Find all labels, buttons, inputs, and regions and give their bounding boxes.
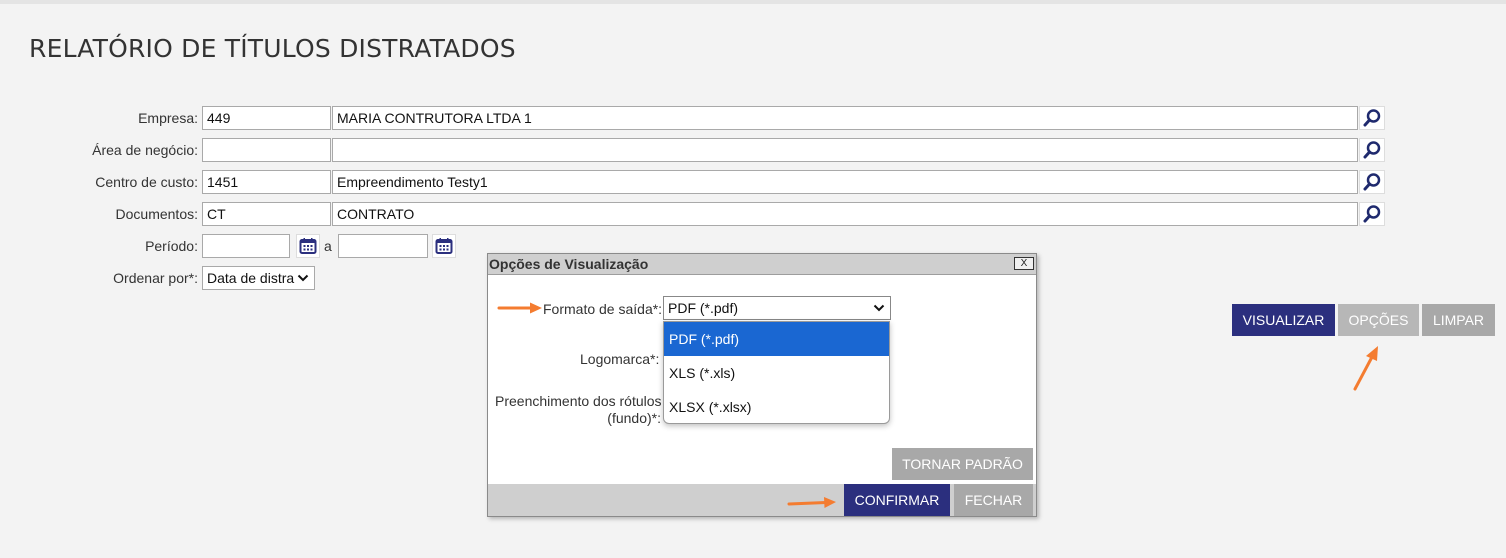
formato-option-xls[interactable]: XLS (*.xls): [664, 356, 889, 390]
centro-code-input[interactable]: 1451: [202, 170, 331, 194]
periodo-end-input[interactable]: [338, 234, 428, 258]
magnifier-icon: [1363, 141, 1381, 159]
calendar-icon: [299, 238, 317, 254]
limpar-button[interactable]: LIMPAR: [1422, 304, 1495, 336]
documentos-search-button[interactable]: [1359, 202, 1385, 226]
empresa-code-input[interactable]: 449: [202, 106, 331, 130]
fechar-button[interactable]: FECHAR: [954, 484, 1033, 516]
empresa-name-input[interactable]: MARIA CONTRUTORA LTDA 1: [332, 106, 1358, 130]
empresa-search-button[interactable]: [1359, 106, 1385, 130]
magnifier-icon: [1363, 109, 1381, 127]
periodo-label: Período:: [145, 238, 198, 254]
documentos-name-input[interactable]: CONTRATO: [332, 202, 1358, 226]
dialog-header: Opções de Visualização X: [488, 254, 1036, 275]
chevron-down-icon: [873, 304, 885, 312]
documentos-code-input[interactable]: CT: [202, 202, 331, 226]
magnifier-icon: [1363, 173, 1381, 191]
logomarca-label: Logomarca*:: [580, 351, 660, 367]
centro-search-button[interactable]: [1359, 170, 1385, 194]
formato-label: Formato de saída*:: [543, 301, 663, 317]
formato-value: PDF (*.pdf): [668, 300, 739, 316]
formato-option-pdf[interactable]: PDF (*.pdf): [664, 322, 889, 356]
periodo-start-input[interactable]: [202, 234, 290, 258]
calendar-icon: [435, 238, 453, 254]
empresa-label: Empresa:: [138, 110, 198, 126]
dialog-footer: CONFIRMAR FECHAR: [488, 484, 1036, 516]
preenchimento-label-line1: Preenchimento dos rótulos: [495, 393, 662, 409]
periodo-start-calendar-button[interactable]: [296, 234, 320, 258]
centro-label: Centro de custo:: [95, 174, 198, 190]
page-title: RELATÓRIO DE TÍTULOS DISTRATADOS: [29, 34, 516, 63]
ordenar-select[interactable]: Data de distra: [202, 266, 315, 290]
area-code-input[interactable]: [202, 138, 331, 162]
visualizar-button[interactable]: VISUALIZAR: [1232, 304, 1335, 336]
periodo-end-calendar-button[interactable]: [432, 234, 456, 258]
dialog-close-button[interactable]: X: [1014, 257, 1034, 270]
tornar-padrao-button[interactable]: TORNAR PADRÃO: [892, 448, 1033, 480]
confirmar-button[interactable]: CONFIRMAR: [844, 484, 950, 516]
annotation-arrow-opcoes: [1353, 346, 1378, 391]
area-label: Área de negócio:: [92, 142, 198, 158]
preenchimento-label-line2: (fundo)*:: [607, 410, 661, 426]
annotation-arrow-formato: [497, 302, 542, 314]
area-name-input[interactable]: [332, 138, 1358, 162]
ordenar-label: Ordenar por*:: [113, 270, 198, 286]
chevron-down-icon: [297, 274, 309, 282]
preenchimento-label: Preenchimento dos rótulos (fundo)*:: [495, 393, 662, 427]
centro-name-input[interactable]: Empreendimento Testy1: [332, 170, 1358, 194]
formato-select[interactable]: PDF (*.pdf): [663, 296, 891, 320]
top-border: [0, 0, 1506, 4]
formato-dropdown-list: PDF (*.pdf) XLS (*.xls) XLSX (*.xlsx): [663, 321, 890, 424]
opcoes-button[interactable]: OPÇÕES: [1338, 304, 1419, 336]
area-search-button[interactable]: [1359, 138, 1385, 162]
dialog-title: Opções de Visualização: [489, 256, 649, 272]
formato-option-xlsx[interactable]: XLSX (*.xlsx): [664, 390, 889, 423]
periodo-separator: a: [324, 238, 332, 254]
documentos-label: Documentos:: [115, 206, 198, 222]
annotation-arrow-confirmar: [787, 497, 836, 508]
magnifier-icon: [1363, 205, 1381, 223]
ordenar-value: Data de distra: [207, 270, 295, 286]
